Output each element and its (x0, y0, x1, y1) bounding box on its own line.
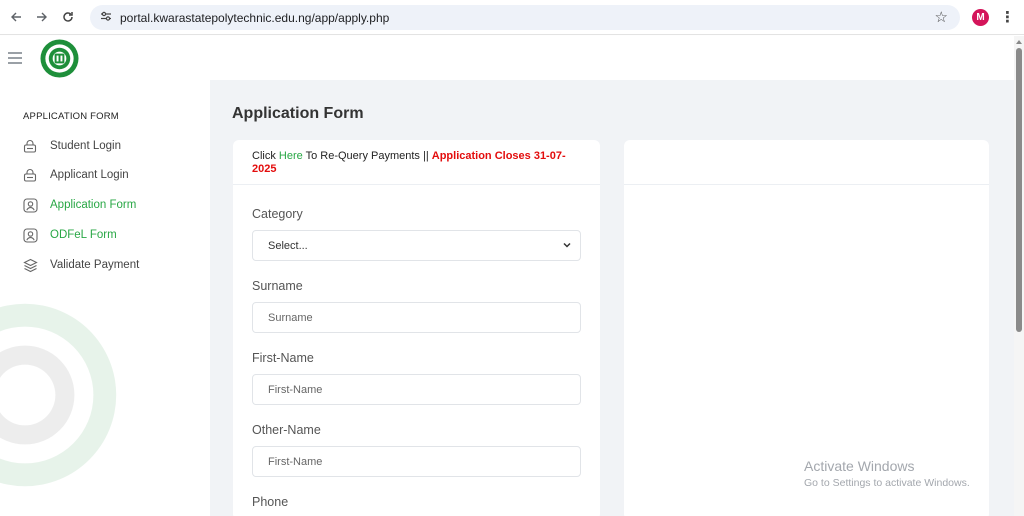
application-form-card: Click Here To Re-Query Payments || Appli… (233, 140, 600, 516)
sidebar-title: APPLICATION FORM (23, 111, 119, 122)
lock-icon (22, 138, 38, 154)
sidebar-item-label: Applicant Login (50, 169, 129, 181)
scroll-up-arrow-icon[interactable] (1016, 40, 1022, 44)
site-settings-icon[interactable] (94, 10, 118, 25)
hamburger-menu-icon[interactable] (8, 52, 22, 67)
layers-icon (22, 257, 38, 273)
requery-link[interactable]: Here (279, 150, 303, 162)
bookmark-star-icon[interactable]: ☆ (935, 8, 948, 26)
surname-input[interactable]: Surname (252, 302, 581, 333)
othername-label: Other-Name (252, 423, 321, 437)
kebab-menu-icon[interactable]: ⋮ (1000, 8, 1015, 26)
phone-label: Phone (252, 495, 289, 509)
polytechnic-logo[interactable] (40, 39, 79, 78)
firstname-input[interactable]: First-Name (252, 374, 581, 405)
address-bar[interactable]: portal.kwarastatepolytechnic.edu.ng/app/… (90, 5, 960, 30)
sidebar-item-student-login[interactable]: Student Login (22, 135, 121, 157)
category-select[interactable]: Select... (252, 230, 581, 261)
url-text[interactable]: portal.kwarastatepolytechnic.edu.ng/app/… (120, 11, 389, 25)
surname-label: Surname (252, 279, 303, 293)
sidebar-item-application-form[interactable]: Application Form (22, 194, 136, 216)
sidebar-item-validate-payment[interactable]: Validate Payment (22, 254, 139, 276)
chevron-down-icon (562, 240, 572, 253)
othername-input[interactable]: First-Name (252, 446, 581, 477)
sidebar-item-label: Application Form (50, 199, 137, 211)
page-title: Application Form (232, 105, 364, 122)
activation-subtitle: Go to Settings to activate Windows. (804, 477, 970, 489)
user-square-icon (22, 227, 38, 243)
forward-arrow-icon[interactable] (29, 4, 55, 30)
category-selected-value: Select... (268, 239, 308, 252)
category-label: Category (252, 207, 303, 221)
sidebar-item-applicant-login[interactable]: Applicant Login (22, 164, 129, 186)
sidebar-item-odfel-form[interactable]: ODFeL Form (22, 224, 117, 246)
logo-watermark (0, 303, 117, 487)
reload-icon[interactable] (55, 4, 81, 30)
user-square-icon (22, 197, 38, 213)
activation-title: Activate Windows (804, 458, 915, 474)
firstname-label: First-Name (252, 351, 314, 365)
requery-notice: Click Here To Re-Query Payments || Appli… (233, 140, 600, 185)
scrollbar-thumb[interactable] (1016, 48, 1022, 332)
sidebar-item-label: Student Login (50, 140, 121, 152)
side-card-header (624, 140, 989, 185)
windows-activation-watermark: Activate Windows Go to Settings to activ… (804, 458, 970, 489)
sidebar-item-label: Validate Payment (50, 259, 140, 271)
profile-avatar[interactable]: M (972, 9, 989, 26)
lock-icon (22, 167, 38, 183)
notice-text: Click (252, 150, 279, 162)
app-header (0, 36, 1014, 80)
back-arrow-icon[interactable] (3, 4, 29, 30)
sidebar-item-label: ODFeL Form (50, 229, 117, 241)
notice-text: To Re-Query Payments || (302, 150, 432, 162)
sidebar: APPLICATION FORM Student Login Applicant… (0, 80, 210, 516)
main-content: Application Form Click Here To Re-Query … (210, 80, 1014, 516)
